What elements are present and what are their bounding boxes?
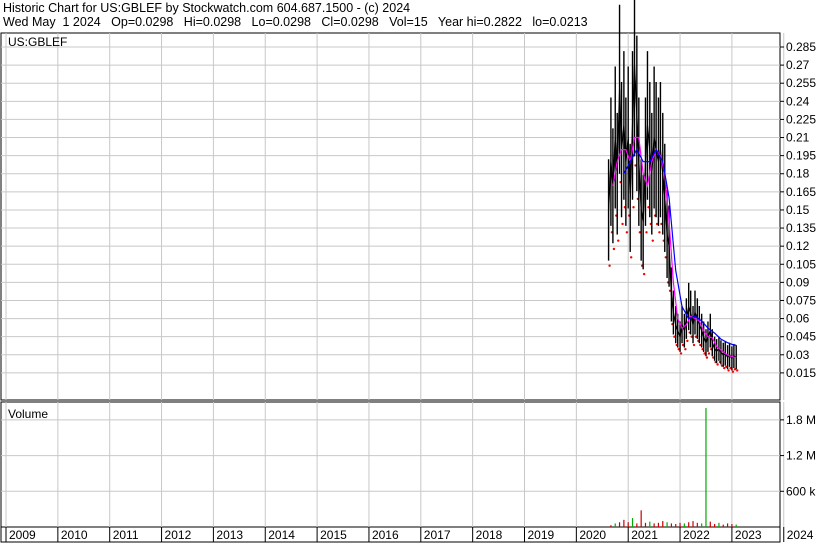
symbol-label: US:GBLEF bbox=[8, 35, 67, 49]
low-point bbox=[632, 206, 635, 209]
low-point bbox=[629, 256, 633, 259]
volume-tick-label: 1.8 M bbox=[786, 413, 816, 427]
low-point bbox=[658, 231, 661, 234]
price-tick-label: 0.03 bbox=[786, 348, 810, 362]
stock-chart: 2009 2010 2011 2012 2013 2014 2015 2016 2017 2018… bbox=[0, 0, 816, 543]
volume-tick-label: 1.2 M bbox=[786, 449, 816, 463]
price-tick-label: 0.255 bbox=[786, 76, 816, 90]
price-tick-label: 0.09 bbox=[786, 275, 810, 289]
low-point bbox=[692, 343, 696, 347]
year-label-2015: 2015 bbox=[320, 528, 347, 542]
price-tick-label: 0.24 bbox=[786, 94, 810, 108]
price-tick-label: 0.225 bbox=[786, 112, 816, 126]
low-point bbox=[625, 231, 629, 234]
year-label-2017: 2017 bbox=[424, 528, 451, 542]
volume-panel-frame bbox=[0, 401, 781, 528]
price-tick-label: 0.195 bbox=[786, 149, 816, 163]
price-tick-label: 0.27 bbox=[786, 58, 810, 72]
price-tick-label: 0.285 bbox=[786, 40, 816, 54]
low-point bbox=[617, 239, 620, 242]
price-tick-label: 0.135 bbox=[786, 221, 816, 235]
price-tick-label: 0.105 bbox=[786, 257, 816, 271]
price-tick-label: 0.075 bbox=[786, 293, 816, 307]
volume-panel-label: Volume bbox=[8, 407, 48, 421]
year-label-2009: 2009 bbox=[9, 528, 36, 542]
year-label-2024: 2024 bbox=[787, 528, 814, 542]
price-tick-label: 0.21 bbox=[786, 131, 810, 145]
low-point bbox=[684, 348, 687, 351]
price-tick-label: 0.06 bbox=[786, 312, 810, 326]
low-point bbox=[679, 352, 683, 355]
low-point bbox=[686, 339, 689, 343]
low-point bbox=[621, 222, 624, 226]
low-point bbox=[727, 369, 730, 372]
year-label-2020: 2020 bbox=[579, 528, 606, 542]
low-point bbox=[651, 239, 654, 242]
low-point bbox=[723, 366, 726, 370]
low-point bbox=[731, 370, 735, 373]
year-label-2013: 2013 bbox=[216, 528, 243, 542]
low-point bbox=[645, 231, 648, 234]
price-tick-label: 0.12 bbox=[786, 239, 810, 253]
price-tick-label: 0.18 bbox=[786, 167, 810, 181]
low-point bbox=[707, 352, 711, 355]
year-label-2023: 2023 bbox=[735, 528, 762, 542]
year-label-2010: 2010 bbox=[61, 528, 88, 542]
low-point bbox=[612, 247, 616, 251]
price-tick-label: 0.015 bbox=[786, 366, 816, 380]
year-label-2016: 2016 bbox=[372, 528, 399, 542]
year-label-2011: 2011 bbox=[113, 528, 139, 542]
year-label-2018: 2018 bbox=[476, 528, 503, 542]
year-label-2012: 2012 bbox=[165, 528, 192, 542]
price-tick-label: 0.045 bbox=[786, 330, 816, 344]
low-point bbox=[736, 369, 739, 372]
year-label-2019: 2019 bbox=[528, 528, 555, 542]
price-tick-label: 0.15 bbox=[786, 203, 810, 217]
low-point bbox=[608, 264, 611, 267]
low-point bbox=[642, 272, 646, 276]
year-label-2022: 2022 bbox=[683, 528, 710, 542]
price-tick-label: 0.165 bbox=[786, 185, 816, 199]
low-point bbox=[716, 363, 719, 366]
year-label-2014: 2014 bbox=[268, 528, 295, 542]
volume-tick-label: 600 k bbox=[786, 484, 816, 498]
low-point bbox=[705, 356, 709, 359]
year-label-2021: 2021 bbox=[631, 528, 658, 542]
